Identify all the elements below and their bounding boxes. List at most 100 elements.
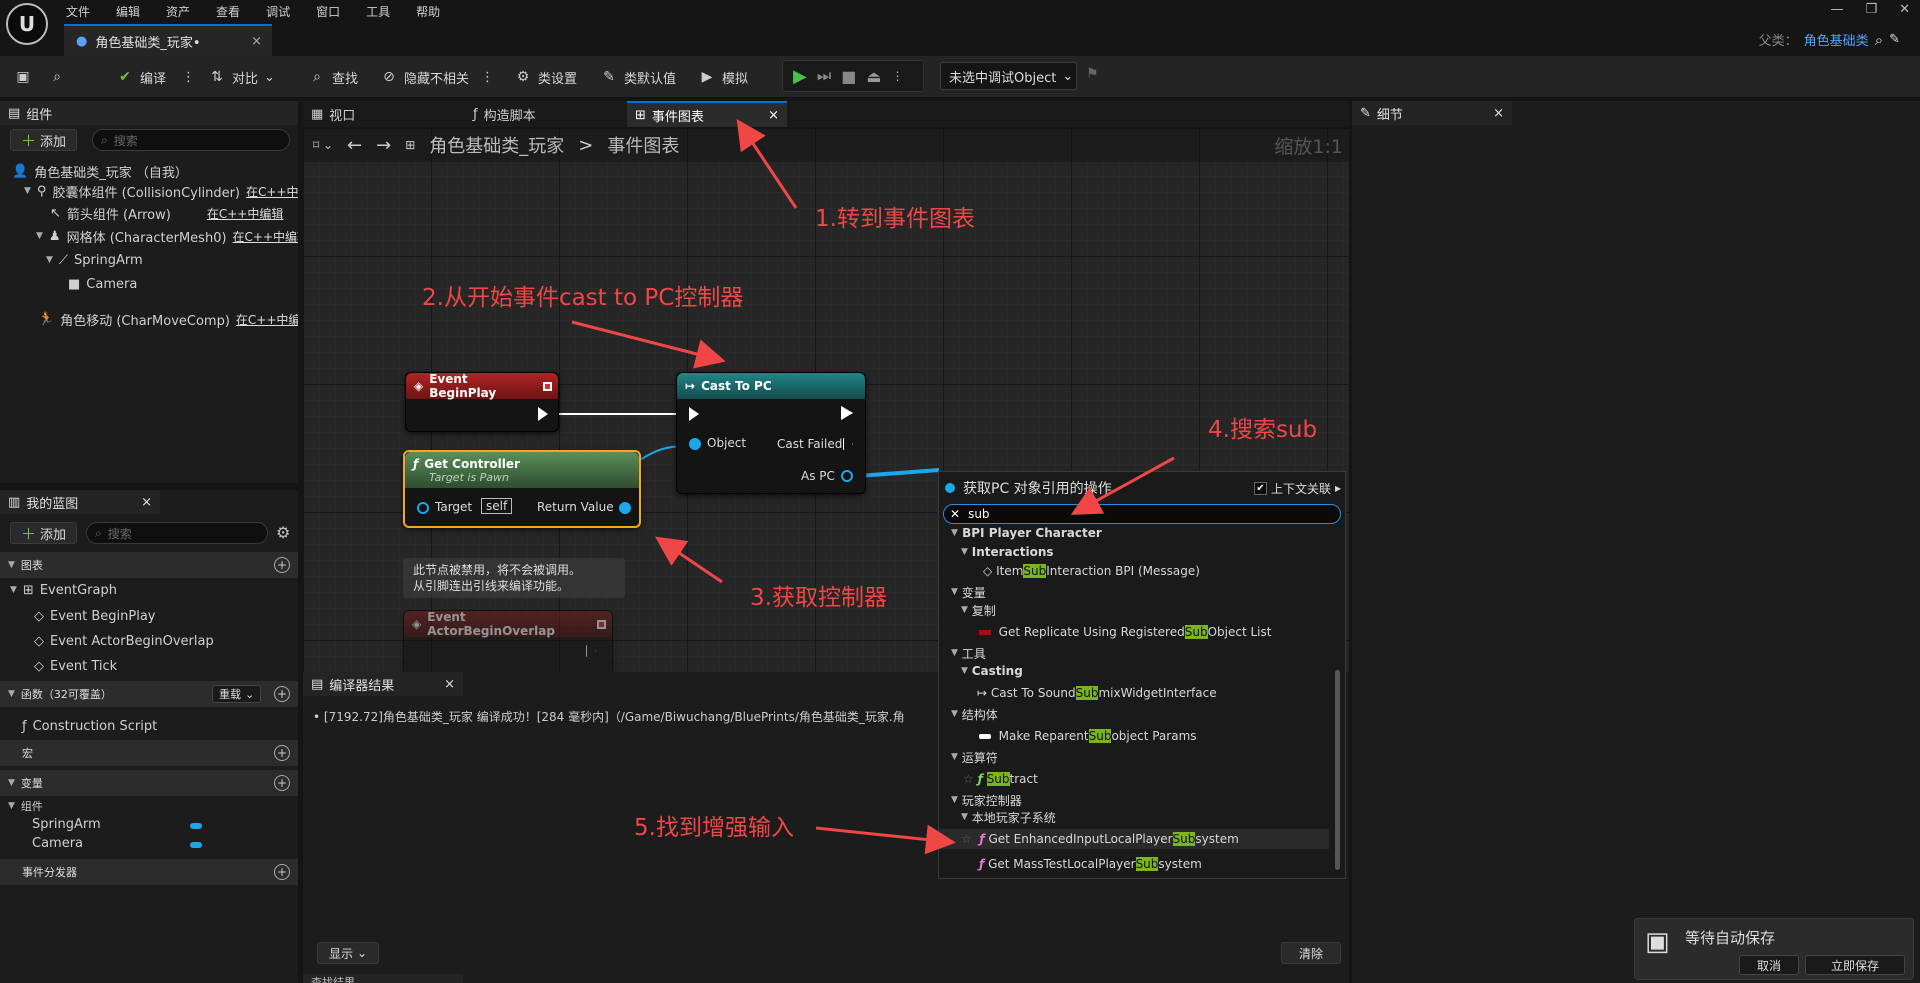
class-defaults-button[interactable]: ✎ 类默认值	[600, 64, 676, 90]
autosave-save-now-button[interactable]: 立即保存	[1805, 955, 1905, 975]
event-item[interactable]: ◇ Event ActorBeginOverlap	[34, 630, 214, 652]
add-macro-icon[interactable]: +	[274, 745, 290, 761]
browse-icon[interactable]: ⌕	[48, 64, 66, 90]
bookmark-icon[interactable]: ⌑ ⌄	[313, 138, 333, 152]
component-root[interactable]: 👤 角色基础类_玩家 （自我）	[12, 160, 188, 182]
override-dropdown[interactable]: 重载 ⌄	[212, 685, 262, 703]
breadcrumb-root[interactable]: 角色基础类_玩家	[429, 132, 564, 158]
exec-in-pin[interactable]	[689, 407, 699, 421]
menu-tools[interactable]: 工具	[366, 3, 390, 20]
save-icon[interactable]: ▣	[14, 64, 32, 90]
doc-tab-close-icon[interactable]: ×	[251, 34, 262, 49]
back-arrow-icon[interactable]: ←	[347, 135, 362, 156]
edit-in-cpp-link[interactable]: 在C++中编	[246, 183, 298, 200]
clear-button[interactable]: 清除	[1281, 942, 1341, 964]
close-icon[interactable]: ×	[444, 677, 455, 692]
node-event-actor-begin-overlap[interactable]: ◈ Event ActorBeginOverlap	[403, 610, 613, 673]
hide-unrelated-button[interactable]: ⊘ 隐藏不相关 ⋮	[380, 64, 494, 90]
play-options-icon[interactable]: ⋮	[892, 69, 904, 83]
category-row[interactable]: ▼ Casting	[939, 661, 1329, 681]
event-item[interactable]: ◇ Event Tick	[34, 655, 117, 677]
functions-section[interactable]: ▼ 函数（32可覆盖） 重载 ⌄ +	[0, 681, 298, 707]
close-icon[interactable]: ×	[768, 108, 779, 123]
close-icon[interactable]: ×	[1493, 106, 1504, 121]
cast-failed-pin[interactable]	[843, 438, 853, 450]
class-settings-button[interactable]: ⚙ 类设置	[514, 64, 577, 90]
object-pin[interactable]	[689, 438, 701, 450]
exec-out-pin[interactable]	[538, 407, 548, 421]
show-dropdown[interactable]: 显示 ⌄	[317, 942, 379, 964]
component-camera[interactable]: ■ Camera	[68, 273, 137, 295]
tab-viewport[interactable]: ▦ 视口	[303, 101, 463, 127]
menu-window[interactable]: 窗口	[316, 3, 340, 20]
add-dispatcher-icon[interactable]: +	[274, 864, 290, 880]
step-icon[interactable]: ⏭	[817, 66, 831, 86]
action-item-enhanced-input[interactable]: ☆ ƒ Get EnhancedInputLocalPlayer Sub syste…	[939, 829, 1329, 849]
dispatchers-section[interactable]: 事件分发器 +	[0, 859, 298, 885]
context-menu-scrollbar[interactable]	[1335, 670, 1340, 870]
action-item[interactable]: Make Reparent Sub object Params	[939, 726, 1329, 746]
category-row[interactable]: ▼ 运算符	[939, 747, 1329, 767]
variable-item[interactable]: Camera	[32, 832, 83, 854]
menu-help[interactable]: 帮助	[416, 3, 440, 20]
return-value-pin[interactable]	[619, 502, 631, 514]
diff-button[interactable]: ⇅ 对比 ⌄	[208, 64, 275, 90]
category-row[interactable]: ▼ BPI Player Character	[939, 526, 1329, 540]
gear-icon[interactable]: ⚙	[276, 523, 290, 542]
exec-out-pin[interactable]	[586, 645, 596, 657]
window-close-icon[interactable]: ✕	[1899, 2, 1910, 17]
search-icon[interactable]: ⌕	[1875, 31, 1883, 49]
close-icon[interactable]: ×	[141, 495, 152, 510]
variables-section[interactable]: ▼ 变量 +	[0, 770, 298, 796]
star-icon[interactable]: ☆	[963, 772, 974, 786]
compile-button[interactable]: ✔ 编译 ⋮	[116, 64, 195, 90]
autosave-cancel-button[interactable]: 取消	[1739, 955, 1799, 975]
component-capsule[interactable]: ▼⚲胶囊体组件 (CollisionCylinder)在C++中编	[24, 180, 298, 202]
find-button[interactable]: ⌕ 查找	[308, 64, 358, 90]
parent-class-link[interactable]: 角色基础类	[1804, 30, 1869, 49]
play-icon[interactable]: ▶	[793, 66, 807, 87]
action-item[interactable]: ◇ Item Sub Interaction BPI (Message)	[939, 561, 1329, 581]
category-row[interactable]: ▼ 本地玩家子系统	[939, 807, 1329, 827]
add-component-button[interactable]: ＋添加	[10, 129, 78, 151]
construction-script-item[interactable]: ƒ Construction Script	[22, 715, 157, 737]
action-item[interactable]: ↦ Cast To Sound Sub mixWidgetInterface	[939, 683, 1329, 703]
edit-in-cpp-link[interactable]: 在C++中编辑	[236, 311, 298, 328]
category-row[interactable]: ▼ 结构体	[939, 704, 1329, 724]
category-row[interactable]: ▼ 工具	[939, 643, 1329, 663]
category-row[interactable]: ▼ 复制	[939, 600, 1329, 620]
forward-arrow-icon[interactable]: →	[376, 135, 391, 156]
stop-icon[interactable]: ■	[841, 67, 856, 86]
debug-filter-icon[interactable]: ⚑	[1086, 66, 1099, 82]
simulate-button[interactable]: ▶ 模拟	[698, 64, 748, 90]
component-springarm[interactable]: ▼ ⟋ SpringArm	[46, 249, 143, 271]
action-search-input[interactable]: ✕ sub	[943, 504, 1341, 524]
edit-in-cpp-link[interactable]: 在C++中编辑	[233, 228, 298, 245]
blueprint-search-input[interactable]: ⌕ 搜索	[86, 522, 268, 544]
add-member-button[interactable]: ＋添加	[10, 522, 78, 544]
action-item[interactable]: ☆ ƒ Sub tract	[939, 769, 1329, 789]
action-item[interactable]: ƒ Get MassTestLocalPlayer Sub system	[939, 854, 1329, 874]
restore-icon[interactable]: ❐	[1865, 2, 1877, 17]
star-icon[interactable]: ☆	[961, 832, 972, 846]
event-item[interactable]: ◇ Event BeginPlay	[34, 605, 156, 627]
edit-icon[interactable]: ✎	[1889, 32, 1900, 47]
menu-view[interactable]: 查看	[216, 3, 240, 20]
debug-object-select[interactable]: 未选中调试Object ⌄	[940, 62, 1077, 90]
edit-in-cpp-link[interactable]: 在C++中编辑	[207, 205, 284, 222]
add-variable-icon[interactable]: +	[274, 775, 290, 791]
as-pc-pin[interactable]	[841, 470, 853, 482]
macros-section[interactable]: 宏 +	[0, 740, 298, 766]
category-row[interactable]: ▼ Interactions	[939, 542, 1329, 562]
clear-search-icon[interactable]: ✕	[950, 507, 960, 521]
node-cast-to-pc[interactable]: ↦ Cast To PC Object Cast Failed As PC	[676, 372, 866, 494]
minimize-icon[interactable]: —	[1830, 2, 1843, 17]
node-get-controller[interactable]: ƒ Get Controller Target is Pawn Target se…	[403, 450, 641, 528]
menu-asset[interactable]: 资产	[166, 3, 190, 20]
node-event-beginplay[interactable]: ◈ Event BeginPlay	[405, 372, 559, 432]
doc-tab-blueprint[interactable]: ● 角色基础类_玩家• ×	[64, 24, 272, 56]
component-movement[interactable]: 🏃 角色移动 (CharMoveComp) 在C++中编辑	[38, 308, 298, 330]
components-search-input[interactable]: ⌕ 搜索	[92, 129, 290, 151]
graphs-section[interactable]: ▼ 图表 +	[0, 552, 298, 578]
menu-file[interactable]: 文件	[66, 3, 90, 20]
